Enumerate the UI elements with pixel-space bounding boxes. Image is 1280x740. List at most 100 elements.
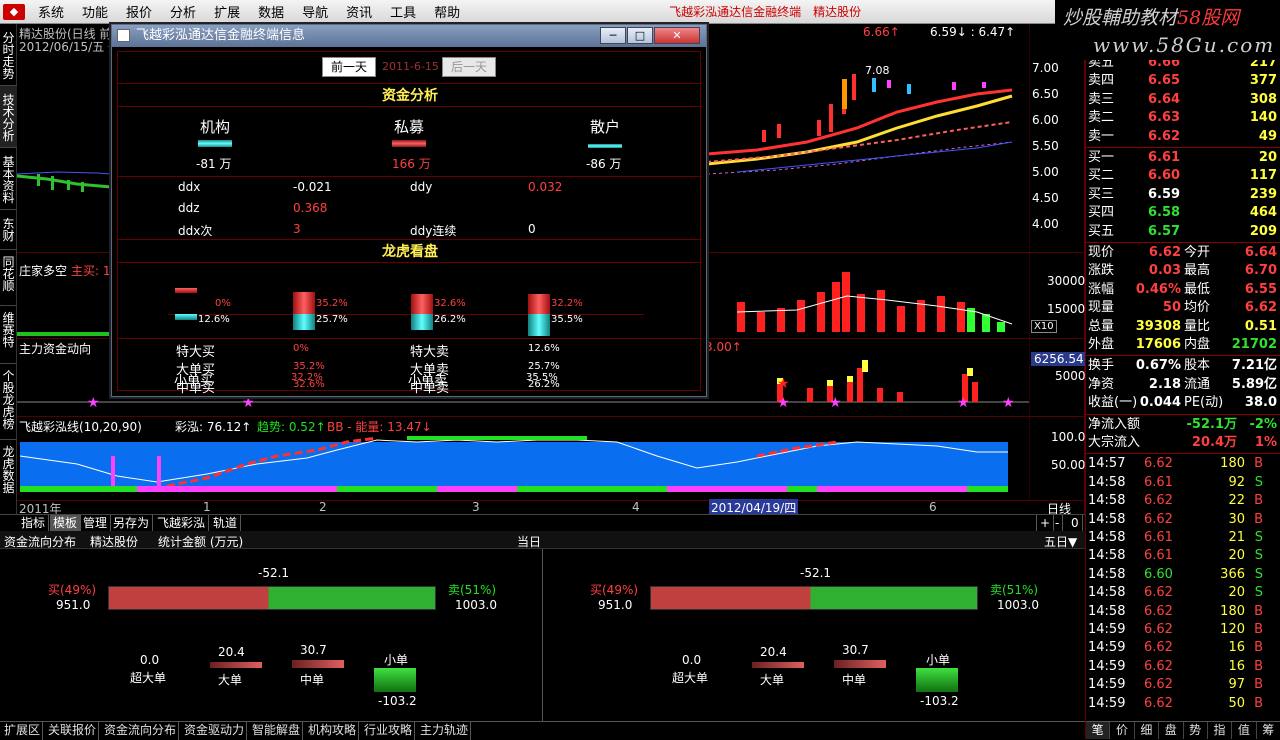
zoom-reset-button[interactable]: 0 bbox=[1068, 515, 1083, 531]
tab-ths[interactable]: 同花顺 bbox=[0, 250, 17, 306]
tab-indicator[interactable]: 指标 bbox=[18, 515, 50, 531]
menu-item-news[interactable]: 资讯 bbox=[346, 2, 372, 21]
ask-row[interactable]: 卖一 6.62 49 bbox=[1086, 128, 1280, 146]
order-label-small: 小单 bbox=[926, 653, 951, 667]
quote-tab[interactable]: 细 bbox=[1135, 722, 1160, 739]
tab-ext-area[interactable]: 扩展区 bbox=[2, 722, 44, 740]
ask-row[interactable]: 卖二 6.63 140 bbox=[1086, 109, 1280, 127]
flow-period-5day[interactable]: 五日▼ bbox=[1044, 533, 1077, 550]
bid-row[interactable]: 买三 6.59 239 bbox=[1086, 186, 1280, 204]
next-day-button[interactable]: 后一天 bbox=[442, 57, 496, 77]
buy-value: 951.0 bbox=[598, 598, 633, 612]
maximize-button[interactable]: □ bbox=[627, 27, 653, 44]
tab-fund-flow[interactable]: 资金流向分布 bbox=[102, 722, 180, 740]
menu-item-data[interactable]: 数据 bbox=[258, 2, 284, 21]
tick-side: B bbox=[1254, 456, 1263, 472]
stat-value: 6.55 bbox=[1244, 281, 1277, 297]
quote-tab[interactable]: 筹 bbox=[1257, 722, 1280, 739]
tab-feiyue[interactable]: 飞越彩泓 bbox=[154, 515, 210, 531]
stat-value: 50 bbox=[1162, 300, 1181, 316]
menu-item-system[interactable]: 系统 bbox=[38, 2, 64, 21]
tick-time: 14:58 bbox=[1088, 511, 1126, 527]
watermark: 炒股輔助教材58股网 www.58Gu.com bbox=[1055, 0, 1280, 60]
tick-row: 14:58 6.62 22 B bbox=[1086, 492, 1280, 510]
tab-save-as[interactable]: 另存为 bbox=[110, 515, 154, 531]
group-institution-value: -81 万 bbox=[196, 157, 232, 171]
tick-row: 14:59 6.62 16 B bbox=[1086, 658, 1280, 676]
stock-name-title: 精达股份 bbox=[813, 5, 862, 19]
stat-value: 5.89亿 bbox=[1231, 376, 1277, 392]
bid-label: 买三 bbox=[1088, 186, 1115, 202]
bid-row[interactable]: 买二 6.60 117 bbox=[1086, 167, 1280, 185]
tab-template[interactable]: 模板 bbox=[50, 515, 82, 531]
quote-tab[interactable]: 盘 bbox=[1159, 722, 1184, 739]
tick-time: 14:58 bbox=[1088, 603, 1126, 619]
tab-lhb-data[interactable]: 龙虎数据 bbox=[0, 440, 17, 500]
minimize-button[interactable]: ─ bbox=[600, 27, 626, 44]
tab-fundamental[interactable]: 基本资料 bbox=[0, 148, 17, 210]
quote-tab[interactable]: 价 bbox=[1110, 722, 1135, 739]
order-val-medium: 30.7 bbox=[300, 643, 327, 657]
tick-side: S bbox=[1254, 474, 1263, 490]
tab-inst-strategy[interactable]: 机构攻略 bbox=[306, 722, 360, 740]
ask-row[interactable]: 卖三 6.64 308 bbox=[1086, 91, 1280, 109]
ddy-streak-value: 0 bbox=[528, 222, 536, 236]
menu-item-function[interactable]: 功能 bbox=[82, 2, 108, 21]
lh-bar-top-value: 32.2% bbox=[551, 298, 583, 309]
lh-bar-sell bbox=[293, 314, 315, 330]
close-button[interactable]: ✕ bbox=[654, 27, 700, 44]
tab-fund-drive[interactable]: 资金驱动力 bbox=[182, 722, 248, 740]
menu-item-quote[interactable]: 报价 bbox=[126, 2, 152, 21]
bid-row[interactable]: 买四 6.58 464 bbox=[1086, 204, 1280, 222]
menu-item-help[interactable]: 帮助 bbox=[434, 2, 460, 21]
tab-eastmoney[interactable]: 东财 bbox=[0, 210, 17, 250]
ask-row[interactable]: 卖四 6.65 377 bbox=[1086, 72, 1280, 90]
prev-day-button[interactable]: 前一天 bbox=[322, 57, 376, 77]
tick-time: 14:58 bbox=[1088, 474, 1126, 490]
tab-smart-read[interactable]: 智能解盘 bbox=[250, 722, 304, 740]
tick-volume: 22 bbox=[1228, 493, 1245, 509]
menu-item-tools[interactable]: 工具 bbox=[390, 2, 416, 21]
tick-row: 14:59 6.62 120 B bbox=[1086, 621, 1280, 639]
tab-track[interactable]: 轨道 bbox=[210, 515, 242, 531]
tick-volume: 366 bbox=[1220, 566, 1245, 582]
menu-item-analysis[interactable]: 分析 bbox=[170, 2, 196, 21]
lh-row-label: 特大买 bbox=[176, 345, 216, 360]
bid-label: 买一 bbox=[1088, 150, 1115, 165]
tab-intraday[interactable]: 分时走势 bbox=[0, 24, 17, 86]
tab-lhb[interactable]: 个股龙虎榜 bbox=[0, 364, 17, 440]
bid-price: 6.61 bbox=[1148, 150, 1181, 165]
bid-row[interactable]: 买五 6.57 209 bbox=[1086, 223, 1280, 241]
quote-tab[interactable]: 值 bbox=[1232, 722, 1257, 739]
divider bbox=[1086, 147, 1280, 148]
quote-tab[interactable]: 指 bbox=[1208, 722, 1233, 739]
tab-wst[interactable]: 维赛特 bbox=[0, 306, 17, 364]
indicator-toolbar: 指标 模板 管理 另存为 飞越彩泓 轨道 + - 0 bbox=[0, 514, 1085, 531]
quote-tabs: 笔价细盘势指值筹 bbox=[1086, 721, 1280, 739]
zoom-out-button[interactable]: - bbox=[1052, 515, 1064, 531]
stat-label: 均价 bbox=[1184, 300, 1211, 316]
stat-label: 换手 bbox=[1088, 358, 1115, 374]
tab-technical[interactable]: 技术分析 bbox=[0, 86, 17, 148]
quote-tab[interactable]: 笔 bbox=[1086, 722, 1111, 739]
tab-industry-strategy[interactable]: 行业攻略 bbox=[362, 722, 416, 740]
stat-label: PE(动) bbox=[1184, 395, 1224, 411]
menu-item-nav[interactable]: 导航 bbox=[302, 2, 328, 21]
flow-period-today[interactable]: 当日 bbox=[517, 533, 541, 550]
tab-related-quote[interactable]: 关联报价 bbox=[46, 722, 100, 740]
svg-text:★: ★ bbox=[87, 395, 100, 411]
menu-item-extend[interactable]: 扩展 bbox=[214, 2, 240, 21]
stat-value: 7.21亿 bbox=[1231, 358, 1277, 374]
order-label-large: 大单 bbox=[218, 673, 243, 687]
dialog-title-bar[interactable]: 飞越彩泓通达信金融终端信息 ─ □ ✕ bbox=[112, 25, 706, 47]
bid-label: 买五 bbox=[1088, 223, 1115, 239]
tab-manage[interactable]: 管理 bbox=[80, 515, 112, 531]
tab-main-track[interactable]: 主力轨迹 bbox=[418, 722, 472, 740]
order-label-small: 小单 bbox=[384, 653, 409, 667]
quote-tab[interactable]: 势 bbox=[1184, 722, 1208, 739]
ask-price: 6.63 bbox=[1148, 110, 1181, 126]
ddy-streak-label: ddy连续 bbox=[410, 224, 457, 238]
ddx-times-value: 3 bbox=[293, 222, 301, 236]
stat-row: 换手 0.67% 股本 7.21亿 bbox=[1086, 357, 1280, 375]
bid-row[interactable]: 买一 6.61 20 bbox=[1086, 149, 1280, 167]
